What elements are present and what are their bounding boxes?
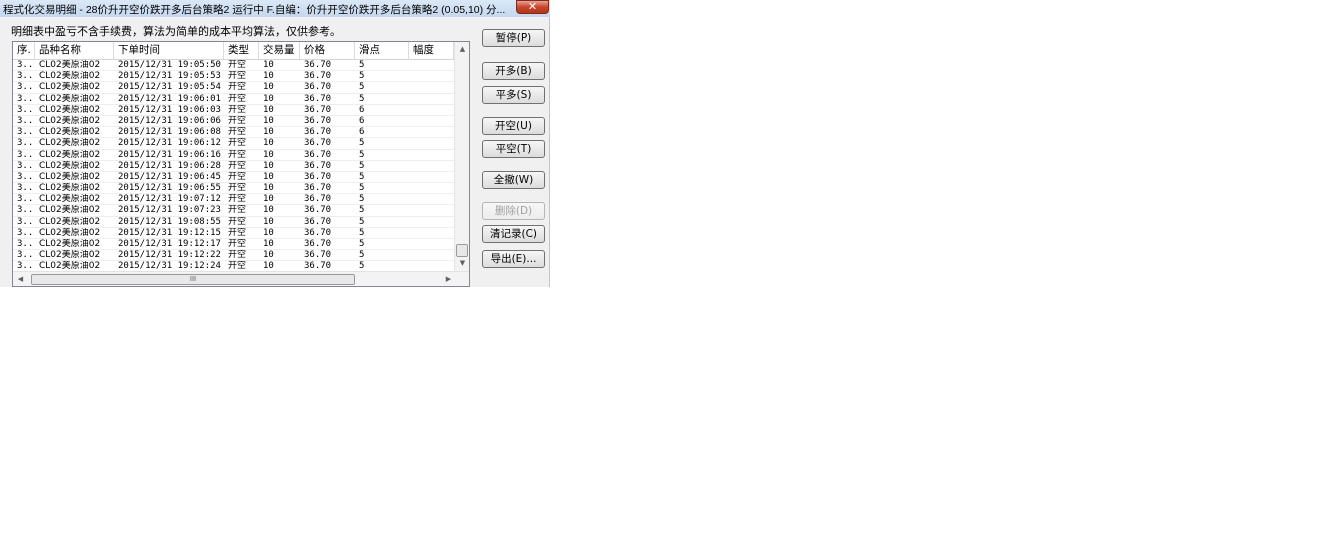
- close-short-button[interactable]: 平空(T): [482, 140, 545, 158]
- horizontal-scrollbar[interactable]: ◀ III ▶: [13, 271, 469, 286]
- trade-list[interactable]: 序. 品种名称 下单时间 类型 交易量 价格 滑点 幅度 3.. CL02美原油02 2015/1…: [12, 41, 470, 287]
- column-header-volume[interactable]: 交易量: [259, 42, 300, 59]
- scroll-down-icon[interactable]: ▼: [455, 256, 469, 271]
- window-title: 程式化交易明细 - 28价升开空价跌开多后台策略2 运行中 F.自编：价升开空价…: [3, 4, 506, 16]
- trade-detail-window: 程式化交易明细 - 28价升开空价跌开多后台策略2 运行中 F.自编：价升开空价…: [0, 0, 550, 287]
- table-row[interactable]: 3.. CL02美原油02 2015/12/31 19:05:53 开空 10 36.70…: [13, 71, 454, 83]
- table-row[interactable]: 3.. CL02美原油02 2015/12/31 19:06:28 开空 10 36.70…: [13, 161, 454, 172]
- column-header-range[interactable]: 幅度: [409, 42, 454, 59]
- table-row[interactable]: 3.. CL02美原油02 2015/12/31 19:06:03 开空 10 36.70…: [13, 105, 454, 116]
- title-bar[interactable]: 程式化交易明细 - 28价升开空价跌开多后台策略2 运行中 F.自编：价升开空价…: [0, 0, 550, 17]
- table-row[interactable]: 3.. CL02美原油02 2015/12/31 19:06:16 开空 10 36.70…: [13, 150, 454, 161]
- open-long-button[interactable]: 开多(B): [482, 62, 545, 80]
- table-row[interactable]: 3.. CL02美原油02 2015/12/31 19:06:12 开空 10 36.70…: [13, 138, 454, 150]
- table-row[interactable]: 3.. CL02美原油02 2015/12/31 19:08:55 开空 10 36.70…: [13, 217, 454, 228]
- list-header: 序. 品种名称 下单时间 类型 交易量 价格 滑点 幅度: [13, 42, 454, 60]
- scroll-left-icon[interactable]: ◀: [13, 272, 28, 286]
- disclaimer-note: 明细表中盈亏不含手续费，算法为简单的成本平均算法，仅供参考。: [11, 25, 341, 38]
- pause-button[interactable]: 暂停(P): [482, 29, 545, 47]
- close-icon[interactable]: ✕: [516, 0, 549, 14]
- table-row[interactable]: 3.. CL02美原油02 2015/12/31 19:05:54 开空 10 36.70…: [13, 82, 454, 94]
- table-row[interactable]: 3.. CL02美原油02 2015/12/31 19:12:17 开空 10 36.70…: [13, 239, 454, 251]
- table-row[interactable]: 3.. CL02美原油02 2015/12/31 19:12:15 开空 10 36.70…: [13, 228, 454, 239]
- open-short-button[interactable]: 开空(U): [482, 117, 545, 135]
- horizontal-scroll-thumb[interactable]: III: [31, 274, 355, 285]
- table-row[interactable]: 3.. CL02美原油02 2015/12/31 19:07:12 开空 10 36.70…: [13, 194, 454, 206]
- table-row[interactable]: 3.. CL02美原油02 2015/12/31 19:06:08 开空 10 36.70…: [13, 127, 454, 139]
- delete-button: 删除(D): [482, 202, 545, 220]
- vertical-scrollbar[interactable]: ▲ ▼: [454, 42, 469, 271]
- close-long-button[interactable]: 平多(S): [482, 86, 545, 104]
- list-rows: 3.. CL02美原油02 2015/12/31 19:05:50 开空 10 36.70…: [13, 60, 454, 273]
- clear-log-button[interactable]: 清记录(C): [482, 225, 545, 243]
- table-row[interactable]: 3.. CL02美原油02 2015/12/31 19:06:06 开空 10 36.70…: [13, 116, 454, 128]
- export-button[interactable]: 导出(E)...: [482, 250, 545, 268]
- table-row[interactable]: 3.. CL02美原油02 2015/12/31 19:06:45 开空 10 36.70…: [13, 172, 454, 184]
- cancel-all-button[interactable]: 全撤(W): [482, 171, 545, 189]
- column-header-order-time[interactable]: 下单时间: [114, 42, 224, 59]
- scroll-right-icon[interactable]: ▶: [441, 272, 456, 286]
- table-row[interactable]: 3.. CL02美原油02 2015/12/31 19:05:50 开空 10 36.70…: [13, 60, 454, 72]
- table-row[interactable]: 3.. CL02美原油02 2015/12/31 19:07:23 开空 10 36.70…: [13, 205, 454, 217]
- column-header-seq[interactable]: 序.: [13, 42, 35, 59]
- column-header-price[interactable]: 价格: [300, 42, 355, 59]
- table-row[interactable]: 3.. CL02美原油02 2015/12/31 19:06:01 开空 10 36.70…: [13, 94, 454, 105]
- scroll-up-icon[interactable]: ▲: [455, 42, 469, 57]
- column-header-product-name[interactable]: 品种名称: [35, 42, 114, 59]
- column-header-slippage[interactable]: 滑点: [355, 42, 409, 59]
- table-row[interactable]: 3.. CL02美原油02 2015/12/31 19:06:55 开空 10 36.70…: [13, 183, 454, 195]
- column-header-type[interactable]: 类型: [224, 42, 259, 59]
- table-row[interactable]: 3.. CL02美原油02 2015/12/31 19:12:22 开空 10 36.70…: [13, 250, 454, 262]
